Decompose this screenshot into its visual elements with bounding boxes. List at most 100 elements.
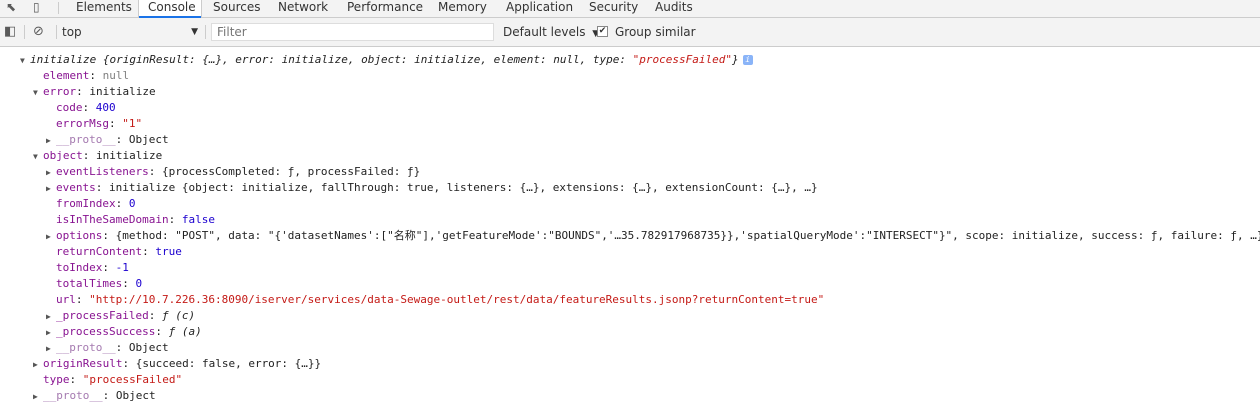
prop-key: originResult	[43, 357, 123, 370]
prop-value: Object	[115, 389, 156, 402]
prop-value: {method: "POST", data: "{'datasetNames':…	[115, 229, 1260, 242]
inspect-element-icon[interactable]: ⬉	[6, 0, 16, 17]
info-icon[interactable]: i	[742, 55, 753, 65]
prop-fromIndex: fromIndex: 0	[56, 197, 136, 210]
tab-separator	[58, 2, 59, 14]
expand-triangle-icon[interactable]: ▶	[46, 133, 56, 149]
tab-elements[interactable]: Elements	[76, 0, 132, 17]
prop-key: __proto__	[56, 341, 116, 354]
tab-sources[interactable]: Sources	[213, 0, 260, 17]
tab-console[interactable]: Console	[138, 0, 202, 18]
expand-triangle-icon[interactable]: ▶	[46, 165, 56, 181]
tab-network[interactable]: Network	[278, 0, 328, 17]
prop-key: __proto__	[56, 133, 116, 146]
prop-key: fromIndex	[56, 197, 116, 210]
prop-key: toIndex	[56, 261, 103, 274]
root-type-value: "processFailed"	[632, 53, 733, 66]
prop-key: _processFailed	[56, 309, 149, 322]
prop-key: error	[43, 85, 77, 98]
root-preview-end: }	[732, 53, 739, 66]
prop-key: totalTimes	[56, 277, 123, 290]
prop-url: url: "http://10.7.226.36:8090/iserver/se…	[56, 293, 825, 306]
prop-value: true	[155, 245, 182, 258]
prop-key: events	[56, 181, 96, 194]
tab-audits[interactable]: Audits	[655, 0, 693, 17]
prop-element: element: null	[43, 69, 130, 82]
prop-value: Object	[128, 133, 169, 146]
prop-object[interactable]: ▼ object: initialize	[33, 148, 162, 164]
prop-value[interactable]: "http://10.7.226.36:8090/iserver/service…	[89, 293, 824, 306]
toolbar-separator	[24, 25, 25, 39]
prop-error[interactable]: ▼ error: initialize	[33, 84, 156, 100]
prop-value: 0	[128, 197, 136, 210]
prop-value: ƒ (a)	[168, 325, 202, 338]
prop-processSuccess[interactable]: ▶ _processSuccess: ƒ (a)	[46, 324, 202, 340]
context-selector[interactable]: top ▼	[62, 23, 202, 41]
tab-security[interactable]: Security	[589, 0, 638, 17]
expand-triangle-icon[interactable]: ▼	[33, 149, 43, 165]
prop-value: initialize {object: initialize, fallThro…	[109, 181, 818, 194]
prop-eventListeners[interactable]: ▶ eventListeners: {processCompleted: ƒ, p…	[46, 164, 420, 180]
prop-key: returnContent	[56, 245, 143, 258]
prop-key: __proto__	[43, 389, 103, 402]
expand-triangle-icon[interactable]: ▶	[46, 229, 56, 245]
tab-console-label: Console	[148, 0, 196, 14]
prop-key: code	[56, 101, 83, 114]
prop-value: null	[102, 69, 130, 82]
prop-value: initialize	[96, 149, 163, 162]
console-toolbar: ◧ ⊘ top ▼ Default levels ▼ ✔ Group simil…	[0, 18, 1260, 47]
prop-isInTheSameDomain: isInTheSameDomain: false	[56, 213, 215, 226]
prop-key: type	[43, 373, 70, 386]
prop-value: {processCompleted: ƒ, processFailed: ƒ}	[161, 165, 421, 178]
context-selector-value: top	[62, 25, 82, 39]
group-similar-label: Group similar	[615, 25, 696, 39]
tab-application[interactable]: Application	[506, 0, 573, 17]
expand-triangle-icon[interactable]: ▼	[33, 85, 43, 101]
tab-memory[interactable]: Memory	[438, 0, 487, 17]
prop-toIndex: toIndex: -1	[56, 261, 129, 274]
expand-triangle-icon[interactable]: ▼	[20, 53, 30, 69]
show-sidebar-icon[interactable]: ◧	[4, 18, 16, 46]
prop-value: initialize	[89, 85, 156, 98]
prop-value: {succeed: false, error: {…}}	[135, 357, 322, 370]
prop-processFailed[interactable]: ▶ _processFailed: ƒ (c)	[46, 308, 195, 324]
toolbar-separator	[56, 25, 57, 39]
prop-proto[interactable]: ▶ __proto__: Object	[46, 340, 169, 356]
toolbar-separator	[205, 25, 206, 39]
prop-proto[interactable]: ▶ __proto__: Object	[33, 388, 156, 404]
group-similar-checkbox[interactable]: ✔	[597, 26, 608, 37]
expand-triangle-icon[interactable]: ▶	[46, 325, 56, 341]
clear-console-icon[interactable]: ⊘	[33, 18, 44, 46]
root-preview: {originResult: {…}, error: initialize, o…	[102, 53, 633, 66]
prop-key: object	[43, 149, 83, 162]
prop-code: code: 400	[56, 101, 116, 114]
dropdown-arrow-icon: ▼	[191, 27, 198, 37]
prop-events[interactable]: ▶ events: initialize {object: initialize,…	[46, 180, 818, 196]
prop-originResult[interactable]: ▶ originResult: {succeed: false, error: {…	[33, 356, 321, 372]
prop-key: isInTheSameDomain	[56, 213, 169, 226]
prop-key: _processSuccess	[56, 325, 156, 338]
filter-input[interactable]	[211, 23, 494, 41]
log-levels-label: Default levels	[503, 25, 586, 39]
expand-triangle-icon[interactable]: ▶	[46, 341, 56, 357]
expand-triangle-icon[interactable]: ▶	[33, 389, 43, 405]
log-levels-dropdown[interactable]: Default levels ▼	[503, 23, 599, 41]
prop-options[interactable]: ▶ options: {method: "POST", data: "{'data…	[46, 228, 1260, 244]
console-log-entry[interactable]: ▼ initialize {originResult: {…}, error: i…	[20, 52, 753, 68]
devtools-tab-bar: ⬉ ▯ Elements Console Sources Network Per…	[0, 0, 1260, 18]
prop-proto[interactable]: ▶ __proto__: Object	[46, 132, 169, 148]
device-toolbar-icon[interactable]: ▯	[33, 0, 40, 17]
prop-key: url	[56, 293, 76, 306]
expand-triangle-icon[interactable]: ▶	[46, 181, 56, 197]
prop-value: "processFailed"	[82, 373, 183, 386]
expand-triangle-icon[interactable]: ▶	[33, 357, 43, 373]
prop-value: Object	[128, 341, 169, 354]
prop-key: errorMsg	[56, 117, 109, 130]
expand-triangle-icon[interactable]: ▶	[46, 309, 56, 325]
prop-value: ƒ (c)	[161, 309, 196, 322]
tab-performance[interactable]: Performance	[347, 0, 423, 17]
prop-returnContent: returnContent: true	[56, 245, 182, 258]
root-class-name: initialize	[30, 53, 97, 66]
prop-value: -1	[115, 261, 129, 274]
prop-key: options	[56, 229, 103, 242]
